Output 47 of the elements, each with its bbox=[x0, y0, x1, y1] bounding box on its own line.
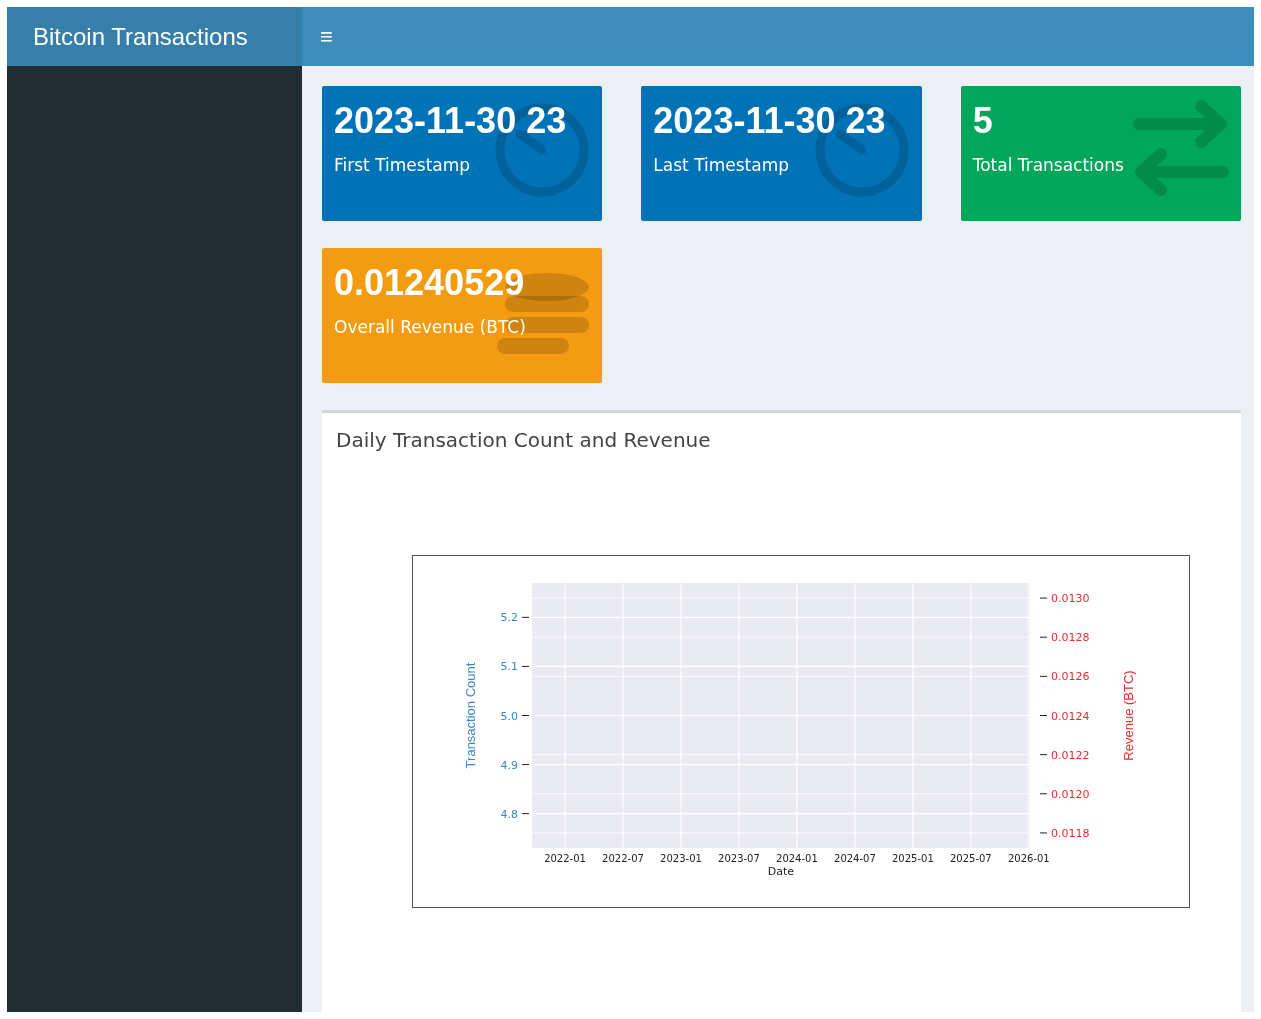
x-axis-title: Date bbox=[767, 865, 795, 878]
x-tick-label: 2022-01 bbox=[544, 853, 586, 864]
x-tick-label: 2024-01 bbox=[776, 853, 818, 864]
y-tick-mark bbox=[521, 616, 530, 618]
y2-tick-mark bbox=[1039, 636, 1048, 638]
y-tick-label: 5.2 bbox=[500, 611, 518, 625]
x-tick-label: 2025-07 bbox=[949, 853, 992, 864]
y2-axis-title: Revenue (BTC) bbox=[1121, 670, 1136, 761]
y-tick-mark bbox=[521, 764, 530, 766]
y-tick-label: 5.0 bbox=[500, 709, 518, 723]
box-value: 2023-11-30 23 bbox=[334, 100, 567, 142]
x-tick-label: 2023-07 bbox=[718, 853, 760, 864]
box-label: Overall Revenue (BTC) bbox=[334, 316, 526, 340]
y2-tick-mark bbox=[1039, 715, 1048, 716]
y2-tick-label: 0.0120 bbox=[1051, 787, 1090, 801]
y-tick-label: 5.1 bbox=[500, 660, 518, 674]
box-value: 2023-11-30 23 bbox=[653, 100, 886, 142]
y2-tick-label: 0.0124 bbox=[1051, 709, 1090, 723]
y-tick-mark bbox=[521, 813, 530, 815]
y-tick-mark bbox=[521, 715, 530, 716]
x-tick-label: 2026-01 bbox=[1007, 853, 1050, 864]
menu-button[interactable]: ≡ bbox=[302, 7, 351, 66]
y2-tick-label: 0.0126 bbox=[1051, 670, 1090, 684]
box-label: Total Transactions bbox=[972, 154, 1124, 178]
app-title: Bitcoin Transactions bbox=[33, 21, 248, 52]
y-tick-label: 4.8 bbox=[500, 807, 518, 821]
x-tick-label: 2022-07 bbox=[602, 853, 644, 864]
x-tick-label: 2023-01 bbox=[660, 853, 702, 864]
y2-tick-label: 0.0128 bbox=[1051, 631, 1090, 645]
chart-title: Daily Transaction Count and Revenue bbox=[336, 427, 711, 454]
y2-tick-mark bbox=[1039, 832, 1048, 834]
y2-tick-label: 0.0122 bbox=[1051, 748, 1090, 762]
y2-tick-label: 0.0130 bbox=[1051, 592, 1090, 606]
y2-tick-mark bbox=[1039, 793, 1048, 795]
y-tick-mark bbox=[521, 665, 530, 667]
y-tick-label: 4.9 bbox=[500, 758, 518, 772]
x-tick-label: 2025-01 bbox=[892, 853, 934, 864]
box-label: First Timestamp bbox=[334, 154, 471, 178]
box-label: Last Timestamp bbox=[653, 154, 790, 178]
y2-tick-label: 0.0118 bbox=[1051, 826, 1090, 840]
y2-tick-mark bbox=[1039, 675, 1048, 677]
box-value: 0.01240529 bbox=[334, 262, 525, 304]
box-value: 5 bbox=[972, 100, 993, 142]
x-tick-label: 2024-07 bbox=[834, 853, 876, 864]
y-axis-title: Transaction Count bbox=[463, 662, 478, 769]
y2-tick-mark bbox=[1039, 597, 1048, 599]
y2-tick-mark bbox=[1039, 754, 1048, 756]
